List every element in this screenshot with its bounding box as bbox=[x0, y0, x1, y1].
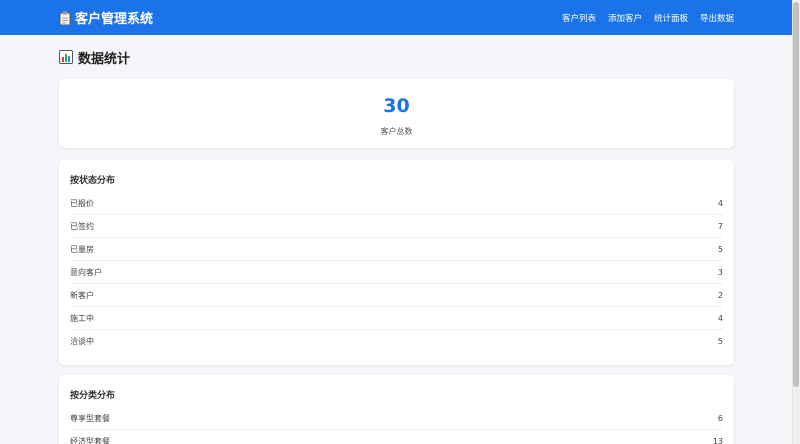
brand-title: 客户管理系统 bbox=[75, 12, 154, 27]
category-distribution-title: 按分类分布 bbox=[70, 391, 116, 401]
status-label: 新客户 bbox=[70, 290, 94, 300]
nav-link-add-customer[interactable]: 添加客户 bbox=[608, 12, 642, 24]
category-count: 6 bbox=[717, 413, 723, 423]
nav-link-customer-list[interactable]: 客户列表 bbox=[562, 12, 596, 24]
status-count: 5 bbox=[717, 337, 723, 346]
status-label: 洽谈中 bbox=[70, 337, 94, 346]
brand[interactable]: 客户管理系统 bbox=[59, 8, 153, 27]
clipboard-icon bbox=[59, 11, 71, 25]
category-row: 尊享型套餐 6 bbox=[70, 407, 723, 430]
page-title-text: 数据统计 bbox=[78, 51, 131, 67]
scrollbar-thumb[interactable] bbox=[793, 2, 799, 387]
status-row: 已量房 5 bbox=[70, 238, 723, 261]
status-label: 已量房 bbox=[70, 244, 94, 254]
status-distribution-card: 按状态分布 已报价 4 已签约 7 已量房 5 意向客户 3 新客户 2 施工中… bbox=[59, 160, 734, 365]
status-row: 已报价 4 bbox=[70, 192, 723, 215]
status-label: 已报价 bbox=[70, 198, 94, 208]
total-customers-label: 客户总数 bbox=[380, 127, 413, 136]
total-customers-card: 30 客户总数 bbox=[59, 79, 734, 148]
nav-link-stats-dashboard[interactable]: 统计面板 bbox=[654, 12, 688, 24]
status-count: 3 bbox=[717, 267, 723, 277]
bar-chart-icon bbox=[59, 50, 73, 64]
nav-link-export-data[interactable]: 导出数据 bbox=[700, 12, 734, 24]
vertical-scrollbar[interactable] bbox=[792, 0, 800, 444]
status-row: 洽谈中 5 bbox=[70, 330, 723, 353]
category-label: 经济型套餐 bbox=[70, 437, 110, 444]
category-row: 经济型套餐 13 bbox=[70, 430, 723, 444]
category-count: 13 bbox=[712, 437, 723, 444]
status-label: 意向客户 bbox=[70, 267, 102, 277]
status-count: 7 bbox=[717, 221, 723, 231]
status-count: 2 bbox=[717, 290, 723, 300]
total-customers-value: 30 bbox=[383, 95, 410, 117]
category-label: 尊享型套餐 bbox=[70, 413, 110, 423]
nav-links: 客户列表 添加客户 统计面板 导出数据 bbox=[562, 12, 734, 24]
status-row: 新客户 2 bbox=[70, 284, 723, 307]
status-count: 4 bbox=[717, 313, 723, 323]
page-title: 数据统计 bbox=[59, 35, 734, 79]
status-row: 已签约 7 bbox=[70, 215, 723, 238]
status-count: 5 bbox=[717, 244, 723, 254]
category-distribution-card: 按分类分布 尊享型套餐 6 经济型套餐 13 bbox=[59, 375, 734, 444]
status-label: 施工中 bbox=[70, 313, 94, 323]
status-row: 施工中 4 bbox=[70, 307, 723, 330]
main-content: 数据统计 30 客户总数 按状态分布 已报价 4 已签约 7 已量房 5 意向客… bbox=[59, 35, 734, 444]
status-count: 4 bbox=[717, 198, 723, 208]
status-distribution-title: 按状态分布 bbox=[70, 176, 116, 186]
top-navbar: 客户管理系统 客户列表 添加客户 统计面板 导出数据 bbox=[0, 0, 792, 35]
status-label: 已签约 bbox=[70, 221, 94, 231]
status-row: 意向客户 3 bbox=[70, 261, 723, 284]
